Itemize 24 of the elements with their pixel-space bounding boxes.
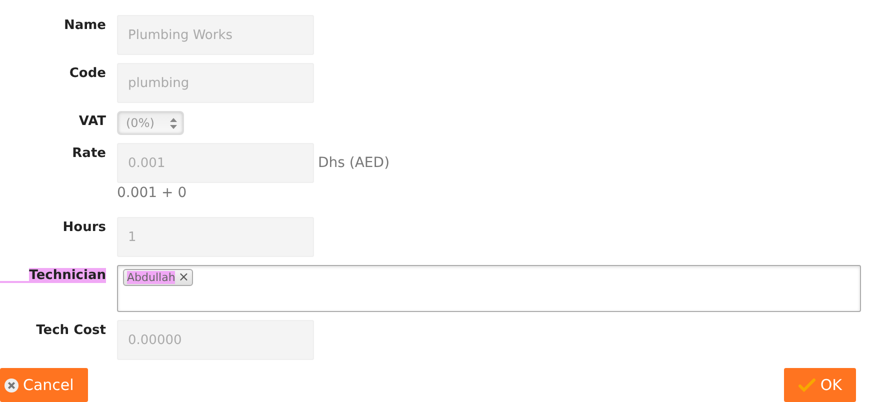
check-icon xyxy=(798,378,816,392)
field-label: Rate xyxy=(72,146,106,161)
cancel-button[interactable]: Cancel xyxy=(0,368,88,402)
text-field[interactable]: 1 xyxy=(117,217,314,257)
text-field[interactable]: 0.001 xyxy=(117,143,314,183)
rate-formula: 0.001 + 0 xyxy=(117,185,188,201)
field-label: Name xyxy=(64,18,106,33)
text-field[interactable]: plumbing xyxy=(117,63,314,103)
field-label: Code xyxy=(69,66,106,81)
field-label: Hours xyxy=(62,220,106,235)
remove-tag-button[interactable]: × xyxy=(178,271,190,284)
text-field[interactable]: Plumbing Works xyxy=(117,15,314,55)
tag-text: Abdullah xyxy=(127,271,176,284)
ok-button[interactable]: OK xyxy=(784,368,856,402)
tag-input-field[interactable]: Abdullah × xyxy=(117,265,861,312)
text-field[interactable]: 0.00000 xyxy=(117,320,314,360)
up-down-arrows-icon xyxy=(170,118,177,128)
field-label: Tech Cost xyxy=(36,323,106,338)
unit-label: Dhs (AED) xyxy=(318,155,390,171)
vat-select[interactable]: (0%) xyxy=(117,111,184,135)
field-label: Technician xyxy=(29,268,106,283)
highlight-line xyxy=(0,281,30,283)
field-label: VAT xyxy=(78,114,106,129)
close-icon xyxy=(4,378,19,392)
